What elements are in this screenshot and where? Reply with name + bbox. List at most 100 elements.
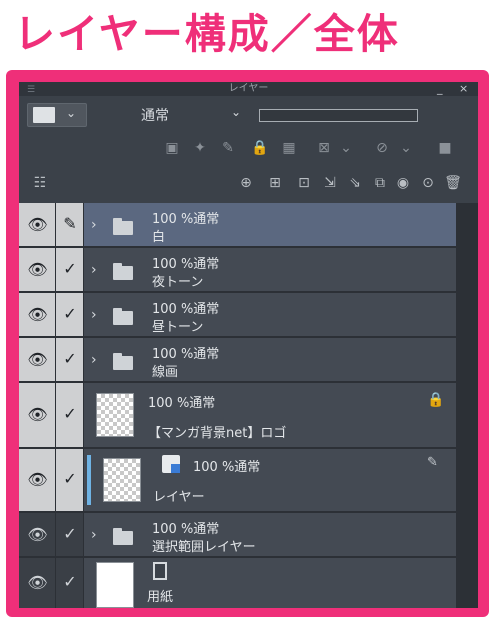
chevron-down-icon: ⌄ bbox=[231, 105, 242, 119]
layer-opacity-mode: 100 %通常 bbox=[152, 522, 220, 537]
eye-icon: 👁 bbox=[27, 350, 48, 369]
clip-below-icon[interactable]: ▣ bbox=[162, 138, 182, 158]
visibility-toggle[interactable]: 👁 bbox=[19, 203, 56, 246]
combine-icon[interactable]: ⧉ bbox=[369, 172, 391, 194]
layer-thumbnail bbox=[96, 562, 134, 608]
layer-panel: ☰ レイヤー _ × ⌄ 通常 ⌄ ▣ ✦ ✎ 🔒 ▦ ⊠ ⌄ ⊘ ⌄ ■ ☷ … bbox=[19, 82, 478, 608]
mask-enable-icon[interactable]: ⊠ bbox=[314, 138, 334, 158]
raster-layer-icon bbox=[162, 455, 180, 473]
check-icon: ✓ bbox=[63, 469, 77, 488]
new-vector-layer-icon[interactable]: ⊞ bbox=[264, 172, 286, 194]
pen-icon: ✎ bbox=[63, 214, 77, 233]
grip-icon[interactable]: ☰ bbox=[27, 83, 35, 97]
layer-row-night-tone[interactable]: 👁 ✓ › 100 %通常 夜トーン bbox=[19, 248, 456, 293]
layer-opacity-mode: 100 %通常 bbox=[148, 396, 216, 411]
eye-icon: 👁 bbox=[27, 573, 48, 592]
color-swatch bbox=[33, 107, 55, 123]
layer-row-logo[interactable]: 👁 ✓ 100 %通常 【マンガ背景net】ロゴ 🔒 bbox=[19, 383, 456, 449]
apply-mask-icon[interactable]: ⊙ bbox=[417, 172, 439, 194]
visibility-toggle[interactable]: 👁 bbox=[19, 558, 56, 608]
eye-icon: 👁 bbox=[27, 405, 48, 424]
chevron-down-icon[interactable]: ⌄ bbox=[396, 138, 416, 158]
paper-layer-icon bbox=[153, 562, 167, 580]
layer-list: 👁 ✎ › 100 %通常 白 👁 ✓ › 100 %通常 夜トーン 👁 ✓ ›… bbox=[19, 203, 456, 608]
layer-name: 白 bbox=[152, 230, 166, 245]
reference-layer-icon[interactable]: ✦ bbox=[190, 138, 210, 158]
layer-thumbnail bbox=[96, 393, 134, 437]
layer-menu-icon[interactable]: ☷ bbox=[29, 172, 51, 194]
layer-row-day-tone[interactable]: 👁 ✓ › 100 %通常 昼トーン bbox=[19, 293, 456, 338]
blend-toolbar: ⌄ 通常 ⌄ bbox=[19, 96, 478, 130]
layer-name: 昼トーン bbox=[152, 320, 204, 335]
ruler-display-icon[interactable]: ⊘ bbox=[372, 138, 392, 158]
draft-layer-icon: ✎ bbox=[427, 455, 438, 470]
expand-arrow-icon[interactable]: › bbox=[91, 262, 97, 278]
layer-row-layer[interactable]: 👁 ✓ 100 %通常 レイヤー ✎ bbox=[19, 449, 456, 513]
layer-name: 線画 bbox=[152, 365, 179, 380]
expand-arrow-icon[interactable]: › bbox=[91, 527, 97, 543]
edit-target-toggle[interactable]: ✎ bbox=[56, 203, 84, 246]
layer-opacity-mode: 100 %通常 bbox=[193, 460, 261, 475]
edit-target-toggle[interactable]: ✓ bbox=[56, 513, 84, 556]
edit-target-toggle[interactable]: ✓ bbox=[56, 449, 84, 511]
layer-row-line-art[interactable]: 👁 ✓ › 100 %通常 線画 bbox=[19, 338, 456, 383]
minimize-button[interactable]: _ bbox=[437, 82, 443, 96]
visibility-toggle[interactable]: 👁 bbox=[19, 293, 56, 336]
layer-opacity-mode: 100 %通常 bbox=[152, 212, 220, 227]
lock-icon[interactable]: 🔒 bbox=[250, 138, 270, 158]
check-icon: ✓ bbox=[63, 404, 77, 423]
scrollbar[interactable] bbox=[456, 203, 478, 608]
eye-icon: 👁 bbox=[27, 215, 48, 234]
close-button[interactable]: × bbox=[459, 82, 468, 96]
layer-opacity-mode: 100 %通常 bbox=[152, 302, 220, 317]
trash-icon[interactable]: 🗑 bbox=[442, 172, 464, 194]
selection-marker bbox=[87, 455, 91, 505]
edit-target-toggle[interactable]: ✓ bbox=[56, 558, 84, 608]
layer-row-white[interactable]: 👁 ✎ › 100 %通常 白 bbox=[19, 203, 456, 248]
eye-icon: 👁 bbox=[27, 525, 48, 544]
layer-row-selection[interactable]: 👁 ✓ › 100 %通常 選択範囲レイヤー bbox=[19, 513, 456, 558]
layer-color-dropdown[interactable]: ⌄ bbox=[27, 103, 87, 127]
visibility-toggle[interactable]: 👁 bbox=[19, 248, 56, 291]
check-icon: ✓ bbox=[63, 304, 77, 323]
transfer-down-icon[interactable]: ⇲ bbox=[319, 172, 341, 194]
new-raster-layer-icon[interactable]: ⊕ bbox=[235, 172, 257, 194]
layer-name: 【マンガ背景net】ロゴ bbox=[148, 426, 287, 441]
layer-row-paper[interactable]: 👁 ✓ 用紙 bbox=[19, 558, 456, 608]
eye-icon: 👁 bbox=[27, 470, 48, 489]
check-icon: ✓ bbox=[63, 572, 77, 591]
layer-property-toolbar: ▣ ✦ ✎ 🔒 ▦ ⊠ ⌄ ⊘ ⌄ ■ bbox=[19, 130, 478, 166]
edit-target-toggle[interactable]: ✓ bbox=[56, 383, 84, 447]
chevron-down-icon[interactable]: ⌄ bbox=[336, 138, 356, 158]
visibility-toggle[interactable]: 👁 bbox=[19, 338, 56, 381]
merge-down-icon[interactable]: ⇘ bbox=[344, 172, 366, 194]
expand-arrow-icon[interactable]: › bbox=[91, 217, 97, 233]
visibility-toggle[interactable]: 👁 bbox=[19, 513, 56, 556]
page-heading: レイヤー構成／全体 bbox=[14, 10, 400, 58]
new-folder-icon[interactable]: ⊡ bbox=[293, 172, 315, 194]
panel-titlebar[interactable]: ☰ レイヤー _ × bbox=[19, 82, 478, 96]
expand-arrow-icon[interactable]: › bbox=[91, 307, 97, 323]
layer-action-toolbar: ☷ ⊕ ⊞ ⊡ ⇲ ⇘ ⧉ ◉ ⊙ 🗑 bbox=[19, 166, 478, 200]
edit-target-toggle[interactable]: ✓ bbox=[56, 248, 84, 291]
check-icon: ✓ bbox=[63, 259, 77, 278]
layer-name: 用紙 bbox=[147, 590, 174, 605]
layer-color-icon[interactable]: ■ bbox=[435, 138, 455, 158]
expand-arrow-icon[interactable]: › bbox=[91, 352, 97, 368]
eye-icon: 👁 bbox=[27, 305, 48, 324]
visibility-toggle[interactable]: 👁 bbox=[19, 383, 56, 447]
folder-icon bbox=[113, 353, 133, 370]
layer-name: 夜トーン bbox=[152, 275, 204, 290]
layer-name: 選択範囲レイヤー bbox=[152, 540, 256, 555]
lock-transparency-icon[interactable]: ▦ bbox=[279, 138, 299, 158]
lock-icon: 🔒 bbox=[427, 392, 445, 408]
edit-target-toggle[interactable]: ✓ bbox=[56, 338, 84, 381]
edit-target-toggle[interactable]: ✓ bbox=[56, 293, 84, 336]
layer-name: レイヤー bbox=[153, 490, 205, 505]
draft-layer-icon[interactable]: ✎ bbox=[218, 138, 238, 158]
blend-mode-select[interactable]: 通常 ⌄ bbox=[99, 103, 249, 125]
panel-title: レイヤー bbox=[228, 83, 269, 94]
layer-mask-icon[interactable]: ◉ bbox=[392, 172, 414, 194]
visibility-toggle[interactable]: 👁 bbox=[19, 449, 56, 511]
opacity-slider[interactable] bbox=[259, 109, 418, 122]
